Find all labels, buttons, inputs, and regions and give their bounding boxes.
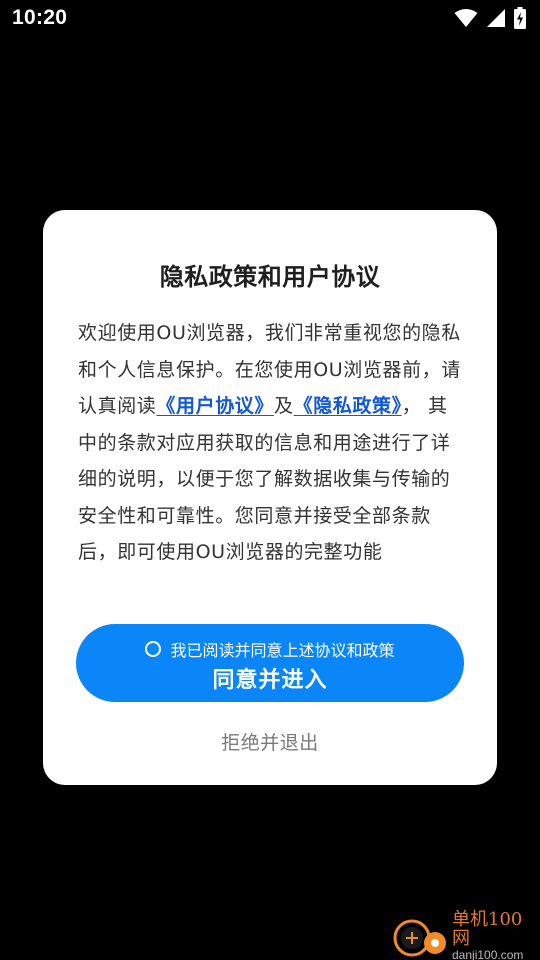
- agree-and-enter-button[interactable]: 我已阅读并同意上述协议和政策 同意并进入: [76, 624, 464, 702]
- watermark: 单机100网 danji100.com: [392, 908, 540, 960]
- status-icons: [454, 7, 526, 29]
- body-rest: ， 其中的条款对应用获取的信息和用途进行了详细的说明，以便于您了解数据收集与传输…: [78, 395, 451, 563]
- consent-text: 我已阅读并同意上述协议和政策: [170, 641, 395, 660]
- screen: 10:20 隐私政策和用户协议 欢迎使用OU浏览器，我们非常重视您的隐私和个人信…: [0, 0, 540, 960]
- wifi-icon: [454, 9, 478, 27]
- dialog-title: 隐私政策和用户协议: [159, 263, 381, 291]
- refuse-and-exit-button[interactable]: 拒绝并退出: [43, 728, 497, 755]
- privacy-policy-link[interactable]: 《隐私政策》: [294, 395, 402, 417]
- consent-radio[interactable]: [145, 641, 162, 657]
- status-time: 10:20: [12, 6, 68, 29]
- cell-signal-icon: [487, 9, 505, 27]
- user-agreement-link[interactable]: 《用户协议》: [156, 395, 274, 417]
- conjunction-text: 及: [274, 395, 294, 417]
- watermark-logo-icon: [392, 912, 452, 960]
- watermark-url: danji100.com: [452, 947, 524, 960]
- battery-charging-icon: [514, 7, 526, 29]
- watermark-title: 单机100网: [452, 908, 523, 949]
- privacy-dialog: 隐私政策和用户协议 欢迎使用OU浏览器，我们非常重视您的隐私和个人信息保护。在您…: [43, 210, 497, 785]
- consent-row[interactable]: 我已阅读并同意上述协议和政策: [76, 637, 464, 661]
- dialog-body: 欢迎使用OU浏览器，我们非常重视您的隐私和个人信息保护。在您使用OU浏览器前，请…: [78, 315, 464, 571]
- status-bar: 10:20: [0, 0, 540, 36]
- agree-label: 同意并进入: [212, 668, 328, 693]
- watermark-text: 单机100网 danji100.com: [452, 908, 540, 960]
